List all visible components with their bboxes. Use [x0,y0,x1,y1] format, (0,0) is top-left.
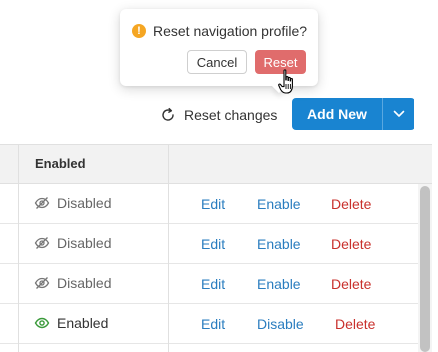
table-header: Enabled [0,144,432,184]
status-text: Disabled [57,195,112,211]
warning-icon: ! [132,24,146,38]
status-cell: Disabled [34,195,111,211]
refresh-icon [162,107,174,121]
delete-link[interactable]: Delete [331,276,371,292]
scrollbar-thumb[interactable] [420,186,430,352]
popconfirm-message: ! Reset navigation profile? [132,23,307,39]
add-new-button[interactable]: Add New [292,98,382,130]
add-new-split-button: Add New [292,98,415,130]
status-text: Disabled [57,235,112,251]
edit-link[interactable]: Edit [201,316,225,332]
column-divider [168,144,169,352]
eye-off-icon [34,277,50,289]
reset-changes-button[interactable]: Reset changes [160,104,277,126]
edit-link[interactable]: Edit [201,276,225,292]
column-divider [18,144,19,352]
table-row: Disabled Edit Enable Delete [0,184,432,224]
eye-off-icon [34,197,50,209]
disable-link[interactable]: Disable [257,316,304,332]
eye-off-icon [34,237,50,249]
status-cell: Disabled [34,275,111,291]
column-header-enabled: Enabled [35,156,86,171]
edit-link[interactable]: Edit [201,236,225,252]
chevron-down-icon [393,110,404,117]
status-cell: Enabled [34,315,108,331]
eye-icon [34,317,50,329]
popconfirm-text: Reset navigation profile? [153,23,308,39]
edit-link[interactable]: Edit [201,196,225,212]
status-text: Disabled [57,275,112,291]
reset-changes-label: Reset changes [184,107,278,123]
table-scrollbar[interactable] [418,184,432,352]
profiles-table: Enabled Disabled Edit Enable Delete Disa… [0,144,432,352]
enable-link[interactable]: Enable [257,196,301,212]
cancel-button[interactable]: Cancel [187,50,247,74]
status-text: Enabled [57,315,109,331]
delete-link[interactable]: Delete [335,316,375,332]
hand-pointer-icon [278,69,293,94]
table-row: Enabled Edit Disable Delete [0,304,432,344]
status-cell: Disabled [34,235,111,251]
delete-link[interactable]: Delete [331,196,371,212]
enable-link[interactable]: Enable [257,236,301,252]
enable-link[interactable]: Enable [257,276,301,292]
delete-link[interactable]: Delete [331,236,371,252]
add-new-dropdown-button[interactable] [382,98,414,130]
table-row: Disabled Edit Enable Delete [0,224,432,264]
table-row: Disabled Edit Enable Delete [0,264,432,304]
